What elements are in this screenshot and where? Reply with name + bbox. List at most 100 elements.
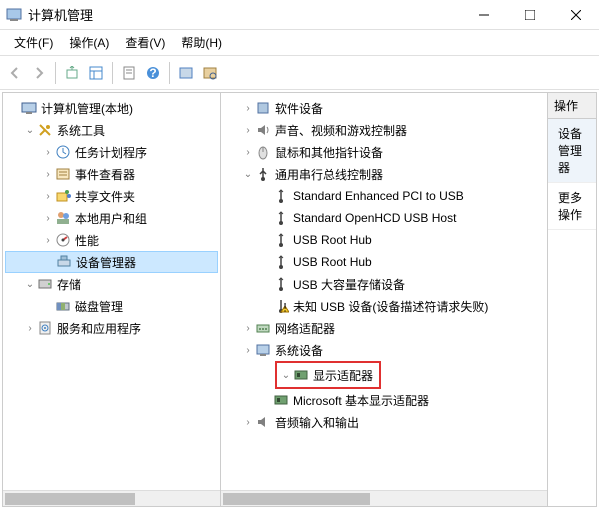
chevron-down-icon[interactable]: ⌄	[23, 279, 37, 290]
usb-warn-icon: !	[273, 298, 289, 314]
device-category-mouse[interactable]: › 鼠标和其他指针设备	[223, 141, 545, 163]
usb-icon	[273, 276, 289, 292]
device-tree: › 软件设备 › 声音、视频和游戏控制器 › 鼠标和其他指针设备 ⌄ 通用串行总…	[221, 93, 547, 437]
device-item-usb[interactable]: USB Root Hub	[223, 251, 545, 273]
up-icon[interactable]	[61, 62, 83, 84]
chevron-right-icon[interactable]: ›	[241, 345, 255, 356]
scrollbar-horizontal[interactable]	[221, 490, 547, 506]
mouse-icon	[255, 144, 271, 160]
chevron-right-icon[interactable]: ›	[41, 235, 55, 246]
display-adapter-icon	[273, 392, 289, 408]
device-label: Microsoft 基本显示适配器	[293, 392, 433, 409]
close-button[interactable]	[553, 0, 599, 30]
tree-root[interactable]: 计算机管理(本地)	[5, 97, 218, 119]
tree-node-event-viewer[interactable]: › 事件查看器	[5, 163, 218, 185]
actions-more[interactable]: 更多操作	[548, 183, 596, 230]
sound-icon	[255, 122, 271, 138]
chevron-right-icon[interactable]: ›	[41, 169, 55, 180]
scrollbar-horizontal[interactable]	[3, 490, 220, 506]
tree-label: 存储	[57, 276, 85, 293]
chevron-right-icon[interactable]: ›	[241, 103, 255, 114]
properties-icon[interactable]	[118, 62, 140, 84]
device-label: USB Root Hub	[293, 233, 376, 247]
software-icon	[255, 100, 271, 116]
tree-node-services-apps[interactable]: › 服务和应用程序	[5, 317, 218, 339]
window-controls	[461, 0, 599, 30]
refresh-icon[interactable]	[175, 62, 197, 84]
chevron-right-icon[interactable]: ›	[241, 417, 255, 428]
left-pane: 计算机管理(本地) ⌄ 系统工具 › 任务计划程序 › 事件查看器 › 共享文件	[3, 93, 221, 506]
performance-icon	[55, 232, 71, 248]
device-item-usb[interactable]: USB 大容量存储设备	[223, 273, 545, 295]
share-icon	[55, 188, 71, 204]
window-title: 计算机管理	[28, 5, 461, 24]
device-category-software[interactable]: › 软件设备	[223, 97, 545, 119]
device-label: 系统设备	[275, 342, 327, 359]
device-item-display[interactable]: Microsoft 基本显示适配器	[223, 389, 545, 411]
device-label: Standard Enhanced PCI to USB	[293, 189, 468, 203]
device-label: 音频输入和输出	[275, 414, 363, 431]
chevron-right-icon[interactable]: ›	[241, 125, 255, 136]
device-category-display[interactable]: ⌄ 显示适配器	[279, 364, 377, 386]
help-icon[interactable]: ?	[142, 62, 164, 84]
device-label: 鼠标和其他指针设备	[275, 144, 387, 161]
content-area: 计算机管理(本地) ⌄ 系统工具 › 任务计划程序 › 事件查看器 › 共享文件	[2, 92, 597, 507]
device-item-usb[interactable]: Standard Enhanced PCI to USB	[223, 185, 545, 207]
view-icon[interactable]	[85, 62, 107, 84]
tree-label: 任务计划程序	[75, 144, 151, 161]
actions-section[interactable]: 设备管理器	[548, 119, 596, 183]
device-label: 网络适配器	[275, 320, 339, 337]
tree-node-disk-management[interactable]: 磁盘管理	[5, 295, 218, 317]
chevron-right-icon[interactable]: ›	[241, 323, 255, 334]
minimize-button[interactable]	[461, 0, 507, 30]
menu-help[interactable]: 帮助(H)	[173, 31, 230, 54]
scan-icon[interactable]	[199, 62, 221, 84]
usb-icon	[273, 188, 289, 204]
device-item-usb-unknown[interactable]: ! 未知 USB 设备(设备描述符请求失败)	[223, 295, 545, 317]
system-icon	[255, 342, 271, 358]
chevron-right-icon[interactable]: ›	[41, 191, 55, 202]
chevron-right-icon[interactable]: ›	[241, 147, 255, 158]
device-label: 通用串行总线控制器	[275, 166, 387, 183]
display-adapter-icon	[293, 367, 309, 383]
device-category-usb[interactable]: ⌄ 通用串行总线控制器	[223, 163, 545, 185]
chevron-down-icon[interactable]: ⌄	[279, 370, 293, 381]
app-icon	[6, 7, 22, 23]
device-label: 未知 USB 设备(设备描述符请求失败)	[293, 298, 492, 315]
chevron-right-icon[interactable]: ›	[41, 147, 55, 158]
tree-label: 本地用户和组	[75, 210, 151, 227]
menu-view[interactable]: 查看(V)	[117, 31, 173, 54]
tree-node-device-manager[interactable]: 设备管理器	[5, 251, 218, 273]
computer-icon	[21, 100, 37, 116]
toolbar: ?	[0, 56, 599, 90]
device-category-sound[interactable]: › 声音、视频和游戏控制器	[223, 119, 545, 141]
menu-action[interactable]: 操作(A)	[61, 31, 117, 54]
tree-label: 共享文件夹	[75, 188, 139, 205]
device-category-system[interactable]: › 系统设备	[223, 339, 545, 361]
tree-node-storage[interactable]: ⌄ 存储	[5, 273, 218, 295]
device-label: USB Root Hub	[293, 255, 376, 269]
forward-icon	[28, 62, 50, 84]
chevron-right-icon[interactable]: ›	[23, 323, 37, 334]
tree-node-performance[interactable]: › 性能	[5, 229, 218, 251]
tree-label: 服务和应用程序	[57, 320, 145, 337]
tree-node-system-tools[interactable]: ⌄ 系统工具	[5, 119, 218, 141]
device-label: Standard OpenHCD USB Host	[293, 211, 460, 225]
audio-icon	[255, 414, 271, 430]
device-tree-pane: › 软件设备 › 声音、视频和游戏控制器 › 鼠标和其他指针设备 ⌄ 通用串行总…	[221, 93, 548, 506]
chevron-down-icon[interactable]: ⌄	[241, 169, 255, 180]
tree-node-local-users[interactable]: › 本地用户和组	[5, 207, 218, 229]
device-category-network[interactable]: › 网络适配器	[223, 317, 545, 339]
device-label: 声音、视频和游戏控制器	[275, 122, 411, 139]
chevron-down-icon[interactable]: ⌄	[23, 125, 37, 136]
device-item-usb[interactable]: USB Root Hub	[223, 229, 545, 251]
menu-file[interactable]: 文件(F)	[6, 31, 61, 54]
chevron-right-icon[interactable]: ›	[41, 213, 55, 224]
device-category-audio[interactable]: › 音频输入和输出	[223, 411, 545, 433]
svg-text:?: ?	[149, 66, 156, 80]
menubar: 文件(F) 操作(A) 查看(V) 帮助(H)	[0, 30, 599, 56]
maximize-button[interactable]	[507, 0, 553, 30]
tree-node-task-scheduler[interactable]: › 任务计划程序	[5, 141, 218, 163]
device-item-usb[interactable]: Standard OpenHCD USB Host	[223, 207, 545, 229]
tree-node-shared-folders[interactable]: › 共享文件夹	[5, 185, 218, 207]
